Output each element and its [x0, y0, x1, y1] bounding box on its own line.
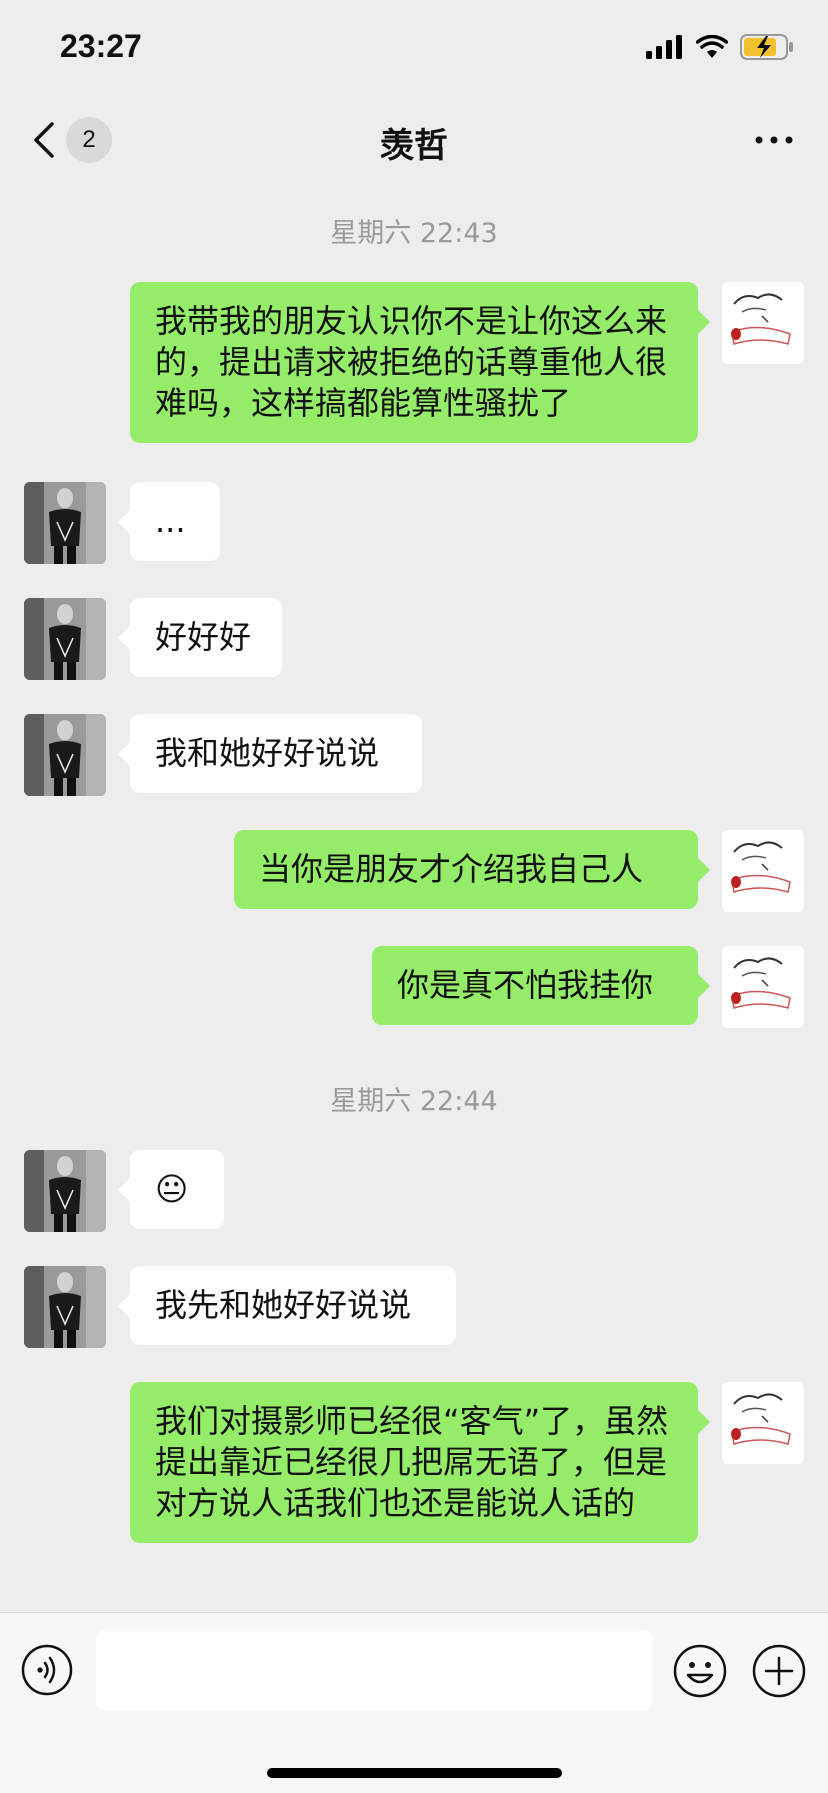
- person-photo-icon: [24, 1266, 106, 1348]
- contact-avatar[interactable]: [24, 598, 106, 680]
- input-bar: [0, 1612, 828, 1793]
- smiley-icon[interactable]: [672, 1643, 728, 1699]
- timestamp: 星期六 22:44: [330, 1086, 498, 1117]
- my-avatar[interactable]: [722, 282, 804, 364]
- signal-icon: [646, 35, 682, 59]
- person-photo-icon: [24, 482, 106, 564]
- message-bubble-incoming[interactable]: 好好好: [118, 598, 282, 677]
- sketch-avatar-icon: [731, 293, 791, 345]
- contact-avatar[interactable]: [24, 1266, 106, 1348]
- home-indicator: [267, 1768, 562, 1778]
- nav-bar: 2 羡哲: [0, 100, 828, 180]
- sketch-avatar-icon: [731, 841, 791, 893]
- contact-avatar[interactable]: [24, 714, 106, 796]
- message-bubble-incoming[interactable]: 😐: [118, 1150, 224, 1229]
- message-input[interactable]: [96, 1630, 652, 1710]
- chat-title: 羡哲: [380, 126, 448, 166]
- voice-icon[interactable]: [20, 1643, 74, 1697]
- message-bubble-outgoing[interactable]: 你是真不怕我挂你: [372, 946, 710, 1025]
- message-bubble-incoming[interactable]: 我和她好好说说: [118, 714, 422, 793]
- message-bubble-incoming[interactable]: ...: [118, 482, 220, 561]
- message-bubble-incoming[interactable]: 我先和她好好说说: [118, 1266, 456, 1345]
- status-time: 23:27: [60, 28, 142, 64]
- my-avatar[interactable]: [722, 1382, 804, 1464]
- ellipsis-icon[interactable]: [754, 130, 794, 150]
- message-bubble-outgoing[interactable]: 我带我的朋友认识你不是让你这么来的，提出请求被拒绝的话尊重他人很难吗，这样搞都能…: [130, 282, 710, 443]
- person-photo-icon: [24, 714, 106, 796]
- wifi-icon: [696, 35, 728, 58]
- status-bar: 23:27: [0, 0, 828, 100]
- person-photo-icon: [24, 598, 106, 680]
- person-photo-icon: [24, 1150, 106, 1232]
- sketch-avatar-icon: [731, 1393, 791, 1445]
- my-avatar[interactable]: [722, 946, 804, 1028]
- contact-avatar[interactable]: [24, 482, 106, 564]
- my-avatar[interactable]: [722, 830, 804, 912]
- message-bubble-outgoing[interactable]: 我们对摄影师已经很“客气”了，虽然提出靠近已经很几把屌无语了，但是对方说人话我们…: [130, 1382, 710, 1543]
- plus-circle-icon[interactable]: [751, 1643, 807, 1699]
- timestamp: 星期六 22:43: [330, 218, 498, 249]
- contact-avatar[interactable]: [24, 1150, 106, 1232]
- status-icons: [646, 34, 794, 60]
- sketch-avatar-icon: [731, 957, 791, 1009]
- battery-charging-icon: [740, 34, 793, 60]
- message-bubble-outgoing[interactable]: 当你是朋友才介绍我自己人: [234, 830, 710, 909]
